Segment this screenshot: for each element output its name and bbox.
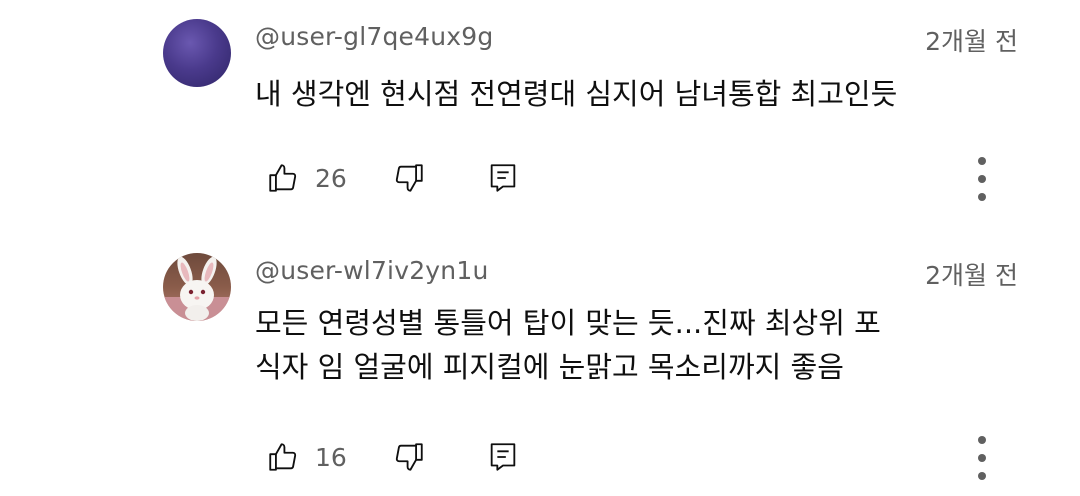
thumbs-down-icon [395,443,423,471]
more-dot [978,454,986,462]
more-vertical-icon[interactable] [972,436,992,480]
reply-comment-icon [490,443,516,471]
like-count: 26 [315,163,347,193]
thumbs-up-icon [269,164,297,192]
thumbs-down-icon [395,164,423,192]
dislike-button[interactable] [391,439,427,475]
like-button[interactable] [265,160,301,196]
thumbs-up-icon [269,443,297,471]
like-count: 16 [315,442,347,472]
comment-actions: 16 [265,437,521,477]
comment-timestamp: 2개월 전 [925,261,1018,290]
more-dot [978,472,986,480]
comment-actions: 26 [265,158,521,198]
more-dot [978,157,986,165]
more-dot [978,193,986,201]
comment-text: 모든 연령성별 통틀어 탑이 맞는 듯...진짜 최상위 포 식자 임 얼굴에 … [255,301,1045,389]
comment-username[interactable]: @user-gl7qe4ux9g [255,22,493,51]
more-vertical-icon[interactable] [972,157,992,201]
dislike-button[interactable] [391,160,427,196]
comment-text: 내 생각엔 현시점 전연령대 심지어 남녀통합 최고인듯 [255,72,1045,116]
more-dot [978,436,986,444]
avatar[interactable] [163,19,231,87]
like-button[interactable] [265,439,301,475]
reply-comment-icon [490,164,516,192]
more-dot [978,175,986,183]
reply-button[interactable] [485,439,521,475]
white-bunny-avatar [163,256,231,321]
comment-timestamp: 2개월 전 [925,27,1018,56]
comment-username[interactable]: @user-wl7iv2yn1u [255,256,489,285]
comment-text-line: 내 생각엔 현시점 전연령대 심지어 남녀통합 최고인듯 [255,77,898,111]
avatar[interactable] [163,253,231,321]
reply-button[interactable] [485,160,521,196]
comment-text-line: 모든 연령성별 통틀어 탑이 맞는 듯...진짜 최상위 포 [255,306,881,340]
comment-text-line: 식자 임 얼굴에 피지컬에 눈맑고 목소리까지 좋음 [255,350,844,384]
